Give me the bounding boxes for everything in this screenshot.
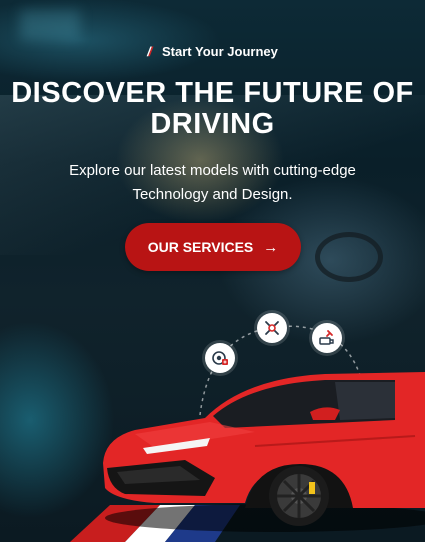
hero-subtitle-line-2: Technology and Design. — [132, 186, 293, 203]
arrow-right-icon: → — [263, 238, 279, 256]
wheel-alignment-icon[interactable] — [257, 313, 287, 343]
red-suv-image — [103, 372, 425, 532]
hero-tagline-row: // Start Your Journey — [0, 44, 425, 59]
our-services-button[interactable]: OUR SERVICES → — [125, 223, 301, 271]
engine-tools-icon[interactable] — [312, 323, 342, 353]
hero-subtitle: Explore our latest models with cutting-e… — [40, 159, 385, 207]
background-steering-wheel — [315, 232, 383, 282]
background-light — [20, 10, 80, 40]
double-slash-icon: // — [147, 44, 152, 59]
our-services-label: OUR SERVICES — [147, 239, 254, 255]
hero-title: DISCOVER THE FUTURE OF DRIVING — [0, 78, 425, 140]
hero-title-line-1: DISCOVER THE FUTURE OF — [11, 77, 414, 109]
hero-subtitle-line-1: Explore our latest models with cutting-e… — [69, 162, 356, 179]
hero-title-line-2: DRIVING — [150, 108, 275, 140]
hero-tagline: Start Your Journey — [162, 44, 278, 59]
hero-section: // Start Your Journey DISCOVER THE FUTUR… — [0, 0, 425, 542]
